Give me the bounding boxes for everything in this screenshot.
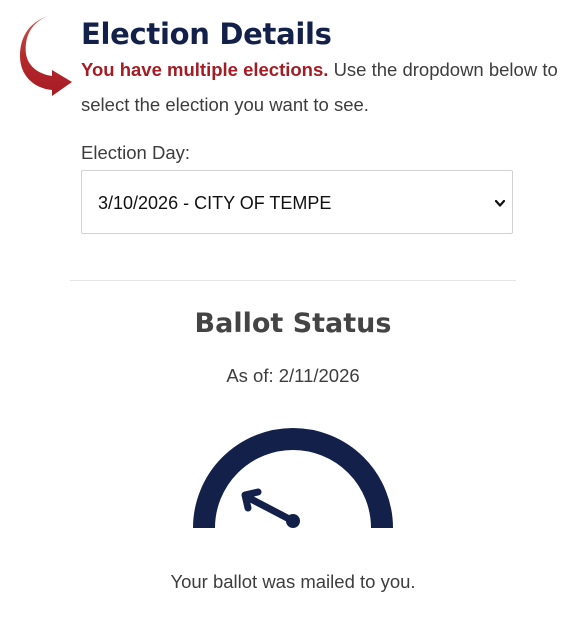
curved-arrow-icon — [20, 16, 72, 96]
ballot-status-message: Your ballot was mailed to you. — [170, 571, 416, 592]
election-select-value: 3/10/2026 - CITY OF TEMPE — [98, 193, 332, 213]
multiple-elections-warning: You have multiple elections. — [81, 59, 329, 80]
intro-text: You have multiple elections. Use the dro… — [81, 52, 561, 122]
chevron-down-icon — [494, 199, 506, 207]
gauge-icon — [193, 428, 393, 529]
election-day-label: Election Day: — [81, 142, 190, 163]
as-of-date: As of: 2/11/2026 — [226, 365, 360, 386]
election-day-select[interactable]: 3/10/2026 - CITY OF TEMPE — [81, 170, 513, 234]
ballot-status-title: Ballot Status — [194, 308, 392, 339]
page-title: Election Details — [81, 17, 332, 51]
section-divider — [70, 280, 516, 281]
